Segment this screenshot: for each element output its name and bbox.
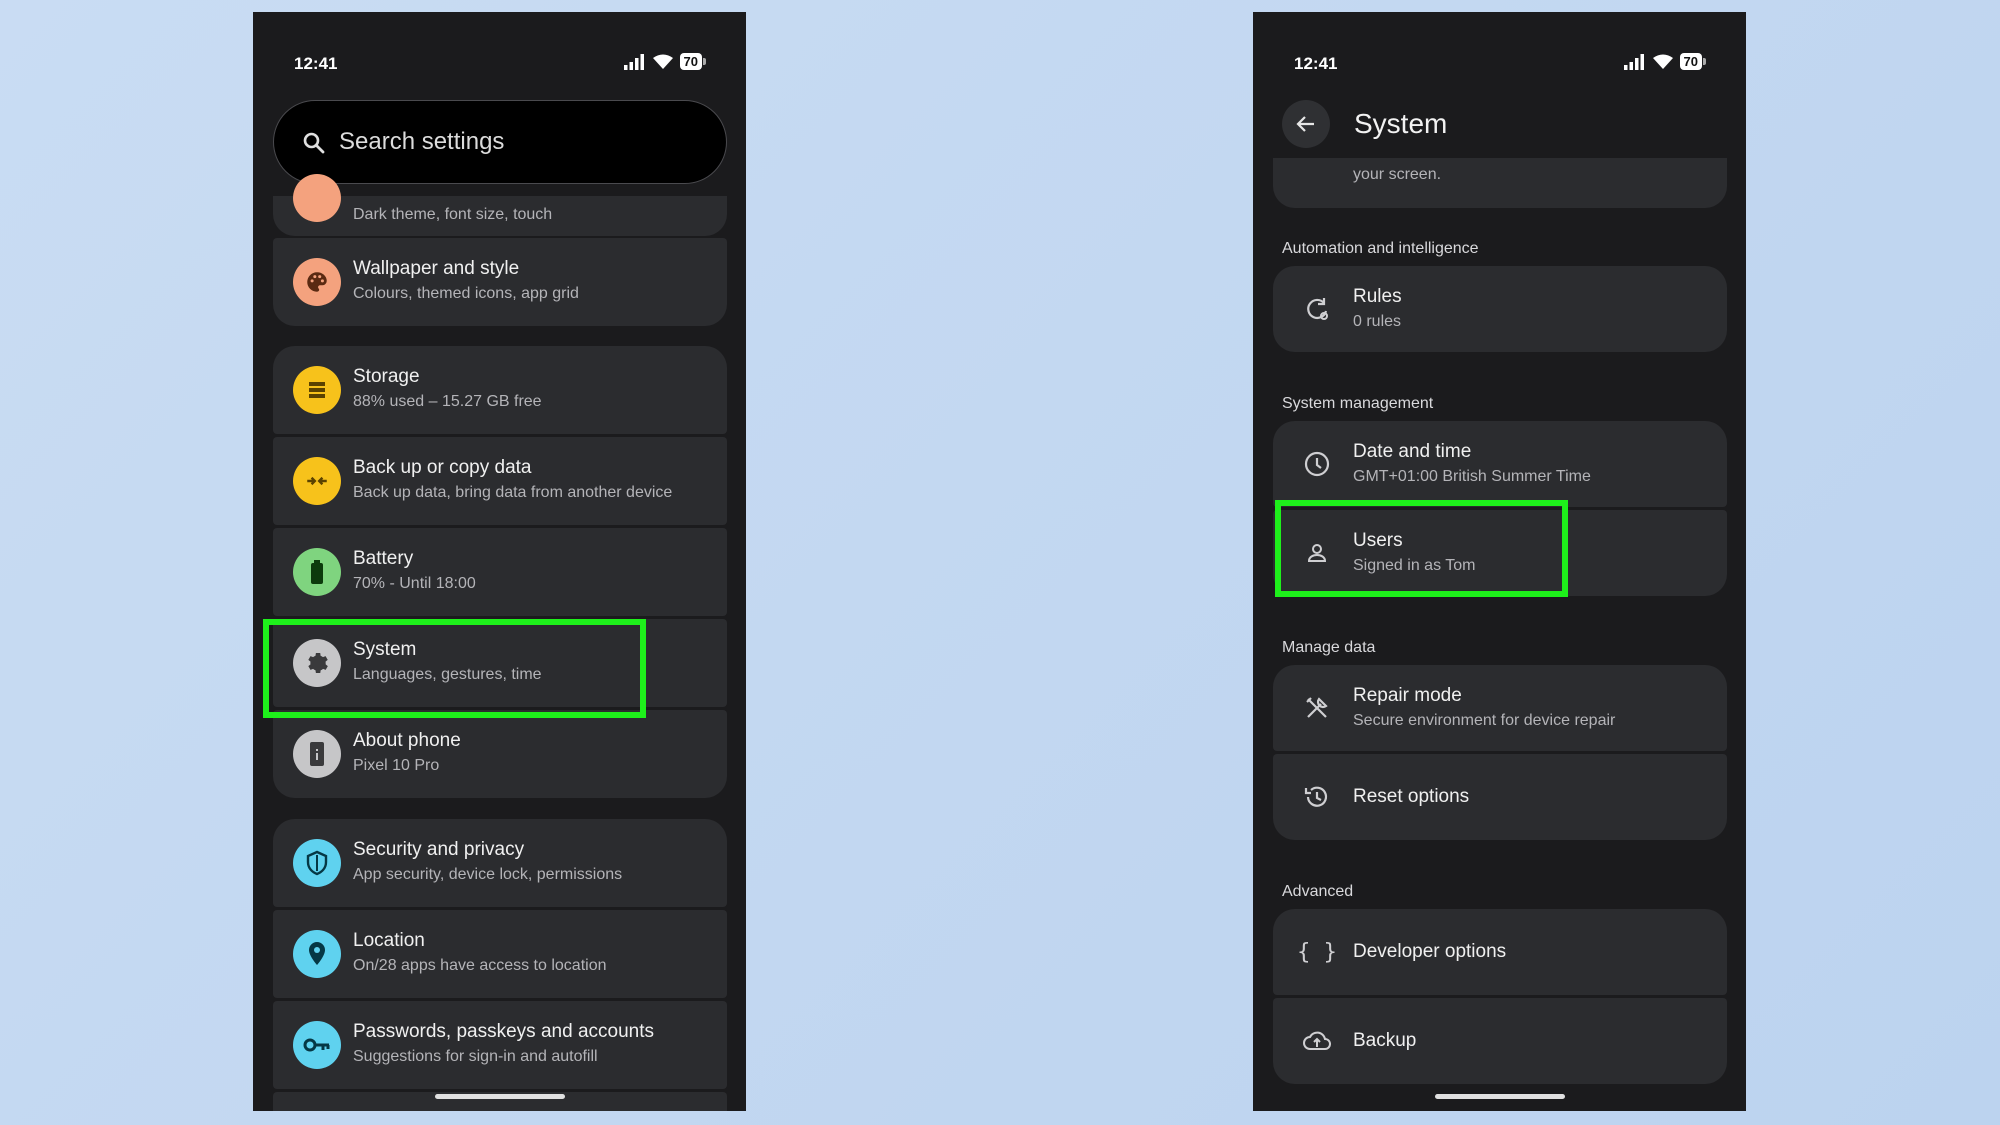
- wifi-icon: [652, 54, 673, 69]
- search-placeholder: Search settings: [339, 128, 505, 155]
- item-subtitle: Back up data, bring data from another de…: [353, 484, 673, 501]
- left-phone-screen: 12:41 70 Search settings Dark theme, fon…: [253, 12, 746, 1111]
- settings-item-security[interactable]: Security and privacy App security, devic…: [273, 819, 727, 907]
- settings-item-location[interactable]: Location On/28 apps have access to locat…: [273, 910, 727, 998]
- settings-item-backup[interactable]: Backup: [1273, 998, 1727, 1084]
- page-title: System: [1354, 108, 1448, 139]
- back-button[interactable]: [1282, 100, 1330, 148]
- status-bar: 12:41 70: [1253, 50, 1746, 80]
- item-title: Security and privacy: [353, 839, 525, 860]
- item-title: Developer options: [1353, 941, 1507, 962]
- item-subtitle: 0 rules: [1353, 313, 1402, 330]
- home-indicator[interactable]: [435, 1094, 565, 1099]
- home-indicator[interactable]: [1435, 1094, 1565, 1099]
- transfer-icon: [293, 457, 341, 505]
- phone-info-icon: [293, 730, 341, 778]
- settings-item-display[interactable]: Dark theme, font size, touch: [273, 174, 727, 236]
- search-icon: [303, 132, 325, 154]
- item-subtitle: App security, device lock, permissions: [353, 866, 623, 883]
- section-header-automation: Automation and intelligence: [1282, 240, 1479, 257]
- settings-item-storage[interactable]: Storage 88% used – 15.27 GB free: [273, 346, 727, 434]
- item-title: Rules: [1353, 286, 1402, 307]
- item-subtitle: Colours, themed icons, app grid: [353, 285, 579, 302]
- highlight-users: [1275, 500, 1568, 597]
- status-icons: 70: [1623, 53, 1706, 70]
- storage-icon: [293, 366, 341, 414]
- item-title: Battery: [353, 548, 414, 569]
- highlight-system: [263, 619, 646, 718]
- section-header-management: System management: [1282, 395, 1434, 412]
- signal-icon: [1623, 53, 1644, 70]
- history-icon: [1297, 777, 1337, 817]
- arrow-back-icon: [1296, 116, 1314, 132]
- item-title: Repair mode: [1353, 685, 1462, 706]
- settings-item-repair-mode[interactable]: Repair mode Secure environment for devic…: [1273, 665, 1727, 751]
- item-subtitle: Pixel 10 Pro: [353, 757, 440, 774]
- display-icon: [293, 174, 341, 222]
- item-title: Backup: [1353, 1030, 1417, 1051]
- settings-item-wallpaper[interactable]: Wallpaper and style Colours, themed icon…: [273, 238, 727, 326]
- signal-icon: [623, 53, 644, 70]
- item-subtitle: GMT+01:00 British Summer Time: [1353, 468, 1591, 485]
- key-icon: [293, 1021, 341, 1069]
- settings-item-developer-options[interactable]: { } Developer options: [1273, 909, 1727, 995]
- item-subtitle: Secure environment for device repair: [1353, 712, 1616, 729]
- settings-item-reset-options[interactable]: Reset options: [1273, 754, 1727, 840]
- item-title: Storage: [353, 366, 420, 387]
- item-subtitle: Suggestions for sign-in and autofill: [353, 1048, 598, 1065]
- battery-icon: [293, 548, 341, 596]
- braces-icon: { }: [1297, 939, 1337, 965]
- tools-icon: [1297, 688, 1337, 728]
- status-time: 12:41: [1294, 54, 1338, 73]
- item-title: About phone: [353, 730, 461, 751]
- settings-item-partial[interactable]: your screen.: [1273, 158, 1727, 208]
- status-bar: 12:41 70: [253, 50, 746, 80]
- item-subtitle: On/28 apps have access to location: [353, 957, 607, 974]
- item-subtitle: your screen.: [1353, 166, 1442, 183]
- item-title: Location: [353, 930, 425, 951]
- item-title: Passwords, passkeys and accounts: [353, 1021, 654, 1042]
- settings-item-backup-copy[interactable]: Back up or copy data Back up data, bring…: [273, 437, 727, 525]
- location-pin-icon: [293, 930, 341, 978]
- battery-indicator: 70: [1679, 53, 1706, 70]
- status-time: 12:41: [294, 54, 338, 73]
- settings-item-date-time[interactable]: Date and time GMT+01:00 British Summer T…: [1273, 421, 1727, 507]
- item-subtitle: 70% - Until 18:00: [353, 575, 476, 592]
- right-phone-screen: 12:41 70 System your screen. Automation …: [1253, 12, 1746, 1111]
- item-title: Wallpaper and style: [353, 258, 520, 279]
- settings-item-battery[interactable]: Battery 70% - Until 18:00: [273, 528, 727, 616]
- settings-item-rules[interactable]: Rules 0 rules: [1273, 266, 1727, 352]
- battery-indicator: 70: [679, 53, 706, 70]
- item-title: Date and time: [1353, 441, 1472, 462]
- clock-icon: [1297, 444, 1337, 484]
- section-header-manage-data: Manage data: [1282, 639, 1376, 656]
- settings-item-about-phone[interactable]: About phone Pixel 10 Pro: [273, 710, 727, 798]
- status-icons: 70: [623, 53, 706, 70]
- item-title: Back up or copy data: [353, 457, 532, 478]
- battery-level: 70: [1679, 53, 1702, 70]
- item-title: Reset options: [1353, 786, 1470, 807]
- palette-icon: [293, 258, 341, 306]
- settings-item-passwords[interactable]: Passwords, passkeys and accounts Suggest…: [273, 1001, 727, 1089]
- item-subtitle: 88% used – 15.27 GB free: [353, 393, 542, 410]
- battery-level: 70: [679, 53, 702, 70]
- wifi-icon: [1652, 54, 1673, 69]
- cloud-upload-icon: [1297, 1021, 1337, 1061]
- section-header-advanced: Advanced: [1282, 883, 1354, 900]
- search-settings-bar[interactable]: Search settings: [273, 100, 727, 184]
- rules-icon: [1297, 289, 1337, 329]
- item-subtitle: Dark theme, font size, touch: [353, 206, 553, 223]
- shield-icon: [293, 839, 341, 887]
